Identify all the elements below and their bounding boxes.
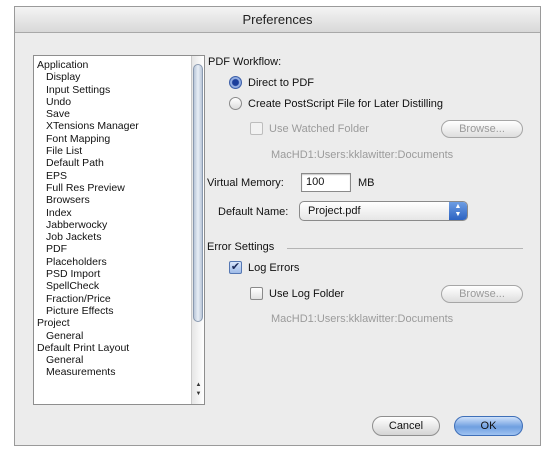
- sidebar-item[interactable]: Browsers: [37, 194, 190, 206]
- sidebar-item[interactable]: Project: [37, 317, 190, 329]
- default-name-popup[interactable]: Project.pdf ▲ ▼: [299, 201, 468, 221]
- sidebar-item[interactable]: Fraction/Price: [37, 293, 190, 305]
- sidebar-item[interactable]: Font Mapping: [37, 133, 190, 145]
- sidebar-item[interactable]: Save: [37, 108, 190, 120]
- sidebar-item[interactable]: Jabberwocky: [37, 219, 190, 231]
- sidebar-item[interactable]: Full Res Preview: [37, 182, 190, 194]
- list-scrollbar[interactable]: ▲ ▼: [191, 56, 204, 404]
- default-name-label: Default Name:: [218, 206, 289, 218]
- sidebar-item[interactable]: General: [37, 330, 190, 342]
- cancel-button[interactable]: Cancel: [372, 416, 440, 436]
- log-folder-browse-button[interactable]: Browse...: [441, 285, 523, 303]
- log-errors-checkbox[interactable]: ✔: [229, 261, 242, 274]
- sidebar-item[interactable]: Job Jackets: [37, 231, 190, 243]
- watched-folder-browse-button[interactable]: Browse...: [441, 120, 523, 138]
- sidebar-item[interactable]: Input Settings: [37, 84, 190, 96]
- sidebar-item[interactable]: Default Path: [37, 157, 190, 169]
- virtual-memory-label: Virtual Memory:: [207, 177, 284, 189]
- category-list-items: Application Display Input Settings Undo Save…: [37, 59, 190, 379]
- sidebar-item[interactable]: Index: [37, 207, 190, 219]
- watched-folder-path: MacHD1:Users:kklawitter:Documents: [271, 149, 454, 161]
- sidebar-item[interactable]: SpellCheck: [37, 280, 190, 292]
- ok-button[interactable]: OK: [454, 416, 523, 436]
- sidebar-item[interactable]: XTensions Manager: [37, 120, 190, 132]
- preferences-window: Preferences Application Display Input Sett…: [14, 6, 541, 446]
- log-folder-path: MacHD1:Users:kklawitter:Documents: [271, 313, 454, 325]
- sidebar-item[interactable]: Display: [37, 71, 190, 83]
- sidebar-item[interactable]: Undo: [37, 96, 190, 108]
- category-list[interactable]: Application Display Input Settings Undo Save…: [33, 55, 205, 405]
- sidebar-item[interactable]: PSD Import: [37, 268, 190, 280]
- popup-updown-arrows-icon: ▲ ▼: [449, 202, 467, 220]
- use-log-folder-checkbox[interactable]: [250, 287, 263, 300]
- virtual-memory-unit: MB: [358, 177, 375, 189]
- use-log-folder-label[interactable]: Use Log Folder: [269, 288, 344, 300]
- error-settings-divider: [287, 248, 523, 249]
- direct-to-pdf-label[interactable]: Direct to PDF: [248, 77, 314, 89]
- sidebar-item[interactable]: Picture Effects: [37, 305, 190, 317]
- sidebar-item[interactable]: Default Print Layout: [37, 342, 190, 354]
- direct-to-pdf-radio[interactable]: [229, 76, 242, 89]
- log-errors-label[interactable]: Log Errors: [248, 262, 299, 274]
- sidebar-item[interactable]: File List: [37, 145, 190, 157]
- scroll-down-arrow-icon[interactable]: ▼: [194, 391, 203, 397]
- create-postscript-label[interactable]: Create PostScript File for Later Distill…: [248, 98, 443, 110]
- sidebar-item[interactable]: EPS: [37, 170, 190, 182]
- create-postscript-radio[interactable]: [229, 97, 242, 110]
- pdf-workflow-label: PDF Workflow:: [208, 56, 282, 68]
- error-settings-label: Error Settings: [207, 241, 275, 253]
- sidebar-item[interactable]: Placeholders: [37, 256, 190, 268]
- scrollbar-thumb[interactable]: [193, 64, 203, 322]
- virtual-memory-field[interactable]: 100: [301, 173, 351, 192]
- use-watched-folder-checkbox[interactable]: [250, 122, 263, 135]
- use-watched-folder-label: Use Watched Folder: [269, 123, 369, 135]
- sidebar-item[interactable]: Application: [37, 59, 190, 71]
- sidebar-item[interactable]: General: [37, 354, 190, 366]
- window-title: Preferences: [15, 7, 540, 33]
- sidebar-item[interactable]: Measurements: [37, 366, 190, 378]
- default-name-value: Project.pdf: [308, 205, 361, 217]
- sidebar-item-selected[interactable]: PDF: [37, 243, 190, 256]
- scroll-up-arrow-icon[interactable]: ▲: [194, 382, 203, 388]
